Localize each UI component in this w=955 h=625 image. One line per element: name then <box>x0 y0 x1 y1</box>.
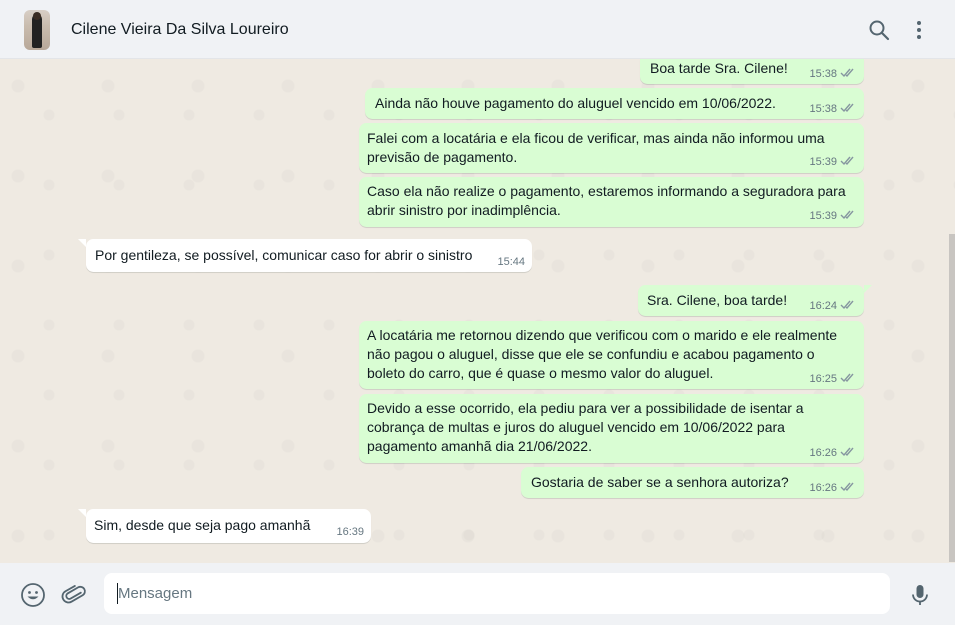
search-button[interactable] <box>867 18 891 42</box>
message-list[interactable]: Boa tarde Sra. Cilene! 15:38 Ainda não h… <box>0 59 955 563</box>
message-meta: 16:26 <box>809 481 856 496</box>
menu-icon <box>917 21 921 39</box>
read-receipt-icon <box>840 156 854 166</box>
message-text: Boa tarde Sra. Cilene! <box>650 60 788 76</box>
message-text: Falei com a locatária e ela ficou de ver… <box>367 129 825 167</box>
read-receipt-icon <box>840 103 854 113</box>
menu-button[interactable] <box>907 18 931 42</box>
message-bubble[interactable]: A locatária me retornou dizendo que veri… <box>359 321 864 389</box>
chat-header: Cilene Vieira Da Silva Loureiro <box>0 0 955 59</box>
emoji-icon <box>21 583 45 607</box>
message-text-line: cobrança de multas e juros do aluguel ve… <box>367 419 785 435</box>
read-receipt-icon <box>840 68 854 78</box>
message-time: 15:38 <box>809 103 837 115</box>
bubble-tail <box>78 509 86 517</box>
message-input[interactable] <box>104 573 890 614</box>
message-text-line: Caso ela não realize o pagamento, estare… <box>367 183 846 199</box>
message-meta: 15:38 <box>809 67 856 82</box>
bubble-tail <box>78 239 86 247</box>
text-caret <box>117 583 118 604</box>
message-text: Gostaria de saber se a senhora autoriza? <box>531 474 789 490</box>
message-meta: 16:39 <box>336 525 364 540</box>
message-bubble[interactable]: Devido a esse ocorrido, ela pediu para v… <box>359 394 864 463</box>
contact-name[interactable]: Cilene Vieira Da Silva Loureiro <box>71 21 289 39</box>
message-bubble[interactable]: Sim, desde que seja pago amanhã 16:39 <box>78 509 371 543</box>
message-meta: 16:26 <box>809 446 856 461</box>
message-bubble[interactable]: Falei com a locatária e ela ficou de ver… <box>359 123 864 173</box>
message-time: 16:26 <box>809 447 837 459</box>
read-receipt-icon <box>840 300 854 310</box>
message-text: Sim, desde que seja pago amanhã <box>94 517 311 533</box>
read-receipt-icon <box>840 447 854 457</box>
message-text: Por gentileza, se possível, comunicar ca… <box>95 247 473 263</box>
message-meta: 15:39 <box>809 155 856 170</box>
attach-icon <box>61 585 86 604</box>
attach-button[interactable] <box>61 582 87 608</box>
read-receipt-icon <box>840 482 854 492</box>
message-text-line: Falei com a locatária e ela ficou de ver… <box>367 130 825 146</box>
message-time: 16:26 <box>809 482 837 494</box>
message-text: Caso ela não realize o pagamento, estare… <box>367 182 846 220</box>
message-bubble[interactable]: Gostaria de saber se a senhora autoriza?… <box>521 467 864 498</box>
message-time: 15:38 <box>809 68 837 80</box>
message-text-line: previsão de pagamento. <box>367 149 518 165</box>
bubble-tail <box>864 285 872 293</box>
message-text: Ainda não houve pagamento do aluguel ven… <box>375 95 776 111</box>
message-meta: 16:25 <box>809 372 856 387</box>
message-time: 16:24 <box>809 300 837 312</box>
message-composer <box>0 563 955 625</box>
message-time: 15:44 <box>497 256 525 268</box>
message-bubble[interactable]: Boa tarde Sra. Cilene! 15:38 <box>640 59 864 84</box>
message-bubble[interactable]: Caso ela não realize o pagamento, estare… <box>359 177 864 227</box>
scrollbar[interactable] <box>949 234 955 562</box>
read-receipt-icon <box>840 210 854 220</box>
message-text-line: boleto do carro, que é quase o mesmo val… <box>367 365 714 381</box>
message-meta: 15:39 <box>809 209 856 224</box>
message-meta: 15:44 <box>497 255 525 270</box>
message-bubble[interactable]: Ainda não houve pagamento do aluguel ven… <box>365 88 864 119</box>
contact-avatar[interactable] <box>24 10 50 50</box>
message-time: 15:39 <box>809 210 837 222</box>
message-bubble[interactable]: Por gentileza, se possível, comunicar ca… <box>78 239 532 272</box>
message-text-line: não pagou o aluguel, disse que ele se co… <box>367 346 815 362</box>
search-icon <box>869 20 890 41</box>
read-receipt-icon <box>840 373 854 383</box>
avatar-head <box>33 12 41 20</box>
message-meta: 15:38 <box>809 102 856 117</box>
message-text-line: abrir sinistro por inadimplência. <box>367 202 561 218</box>
mic-icon <box>912 585 928 605</box>
message-bubble[interactable]: Sra. Cilene, boa tarde! 16:24 <box>638 285 872 316</box>
message-text-line: A locatária me retornou dizendo que veri… <box>367 327 838 343</box>
voice-message-button[interactable] <box>907 582 933 608</box>
message-text-line: Devido a esse ocorrido, ela pediu para v… <box>367 400 804 416</box>
message-time: 16:39 <box>336 526 364 538</box>
emoji-button[interactable] <box>20 582 46 608</box>
message-time: 15:39 <box>809 156 837 168</box>
message-time: 16:25 <box>809 373 837 385</box>
message-text: Sra. Cilene, boa tarde! <box>647 292 788 308</box>
message-text: A locatária me retornou dizendo que veri… <box>367 326 837 383</box>
message-meta: 16:24 <box>809 299 856 314</box>
message-text-line: pagamento amanhã dia 21/06/2022. <box>367 438 592 454</box>
message-text: Devido a esse ocorrido, ela pediu para v… <box>367 399 804 456</box>
